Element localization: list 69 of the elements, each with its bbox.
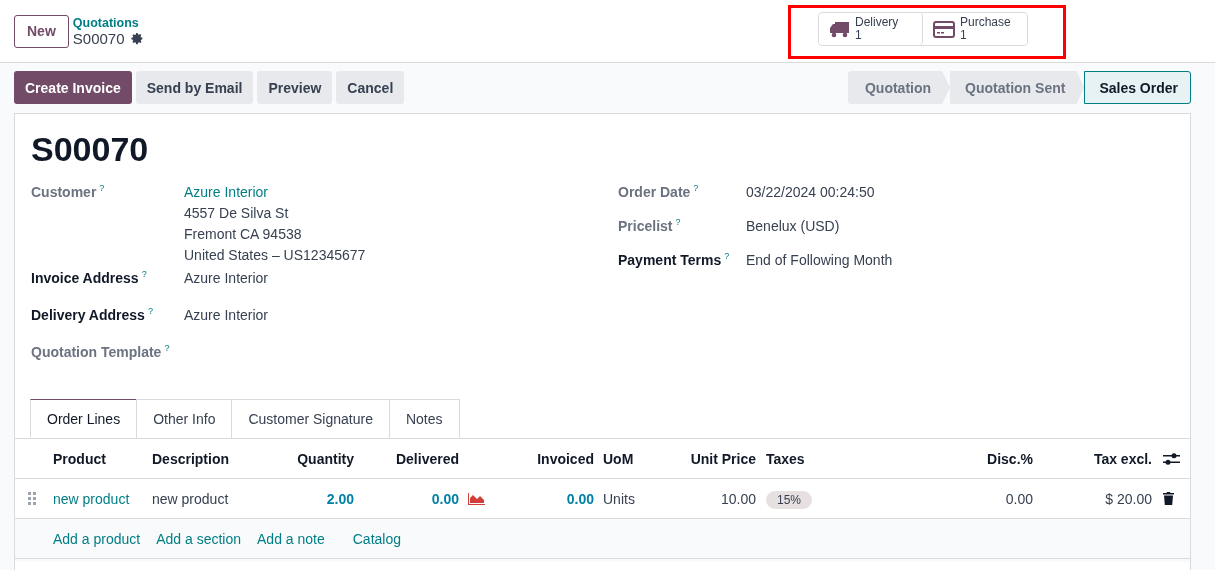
field-value: End of Following Month	[746, 251, 894, 270]
address-line: Fremont CA 94538	[184, 225, 303, 244]
action-button[interactable]: Cancel	[336, 71, 405, 104]
help-mark[interactable]: ?	[693, 182, 699, 194]
column-header[interactable]: Taxes	[756, 450, 930, 467]
column-header[interactable]: Tax excl.	[1033, 450, 1152, 467]
breadcrumb-link[interactable]: Quotations	[72, 15, 144, 30]
settings-icon[interactable]	[130, 31, 144, 45]
new-button[interactable]: New	[14, 14, 69, 48]
field-label: Quotation Template	[31, 343, 162, 362]
status-step[interactable]: Quotation	[847, 71, 951, 104]
credit-card-icon	[933, 20, 955, 38]
tab[interactable]: Other Info	[136, 399, 233, 438]
table-cell-text: 10.00	[719, 490, 756, 507]
field-label: Order Date	[618, 183, 691, 202]
table-cell-text: Units	[602, 490, 636, 507]
field-value: 03/22/2024 00:24:50	[746, 183, 876, 202]
field-label: Delivery Address	[31, 306, 145, 325]
address-line: United States – US12345677	[184, 246, 367, 265]
table-cell-text: 0.00	[430, 490, 459, 507]
record-name: S00070	[72, 29, 125, 47]
tab[interactable]: Order Lines	[30, 399, 138, 438]
help-mark[interactable]: ?	[724, 250, 730, 262]
column-header[interactable]: Unit Price	[680, 450, 756, 467]
column-header[interactable]: Delivered	[354, 450, 459, 467]
add-link[interactable]: Add a section	[156, 530, 241, 547]
table-cell-text: 0.00	[1004, 490, 1033, 507]
customer-link[interactable]: Azure Interior	[184, 182, 618, 203]
help-mark[interactable]: ?	[141, 268, 147, 280]
status-step[interactable]: Quotation Sent	[950, 71, 1085, 104]
action-button[interactable]: Send by Email	[135, 71, 254, 104]
table-cell-text: $ 20.00	[1104, 490, 1152, 507]
area-chart-icon[interactable]	[468, 492, 485, 505]
help-mark[interactable]: ?	[675, 216, 681, 228]
add-link[interactable]: Catalog	[352, 530, 401, 547]
tab[interactable]: Notes	[388, 399, 460, 438]
field-value: Azure Interior	[184, 269, 270, 288]
smart-button[interactable]: Delivery 1	[819, 13, 923, 45]
field-value: Azure Interior	[184, 306, 270, 325]
help-mark[interactable]: ?	[147, 305, 153, 317]
field-label: Invoice Address	[31, 269, 139, 288]
status-step[interactable]: Sales Order	[1084, 71, 1191, 104]
column-header[interactable]: Invoiced	[499, 450, 594, 467]
product-link[interactable]: new product	[53, 490, 152, 507]
sliders-icon[interactable]	[1163, 451, 1180, 466]
address-line: 4557 De Silva St	[184, 204, 290, 223]
help-mark[interactable]: ?	[164, 342, 170, 354]
add-link[interactable]: Add a product	[53, 530, 141, 547]
column-header[interactable]: Quantity	[252, 450, 354, 467]
table-cell-text: new product	[152, 490, 230, 507]
add-link[interactable]: Add a note	[257, 530, 325, 547]
help-mark[interactable]: ?	[99, 182, 105, 194]
truck-icon	[829, 20, 850, 38]
drag-handle-icon[interactable]	[28, 492, 36, 505]
column-header[interactable]: Product	[53, 450, 152, 467]
field-value: Benelux (USD)	[746, 217, 841, 236]
tax-tag: 15%	[766, 490, 813, 509]
table-cell-text: 2.00	[325, 490, 354, 507]
column-header[interactable]: UoM	[594, 450, 680, 467]
field-label: Payment Terms	[618, 251, 722, 270]
record-title: S00070	[30, 129, 150, 170]
action-button[interactable]: Preview	[257, 71, 333, 104]
column-header[interactable]: Description	[152, 450, 252, 467]
trash-icon[interactable]	[1163, 492, 1174, 505]
field-label: Pricelist	[618, 217, 673, 236]
table-cell-text: 0.00	[565, 490, 594, 507]
action-button[interactable]: Create Invoice	[14, 71, 132, 104]
field-label: Customer	[31, 183, 97, 202]
column-header[interactable]: Disc.%	[930, 450, 1033, 467]
